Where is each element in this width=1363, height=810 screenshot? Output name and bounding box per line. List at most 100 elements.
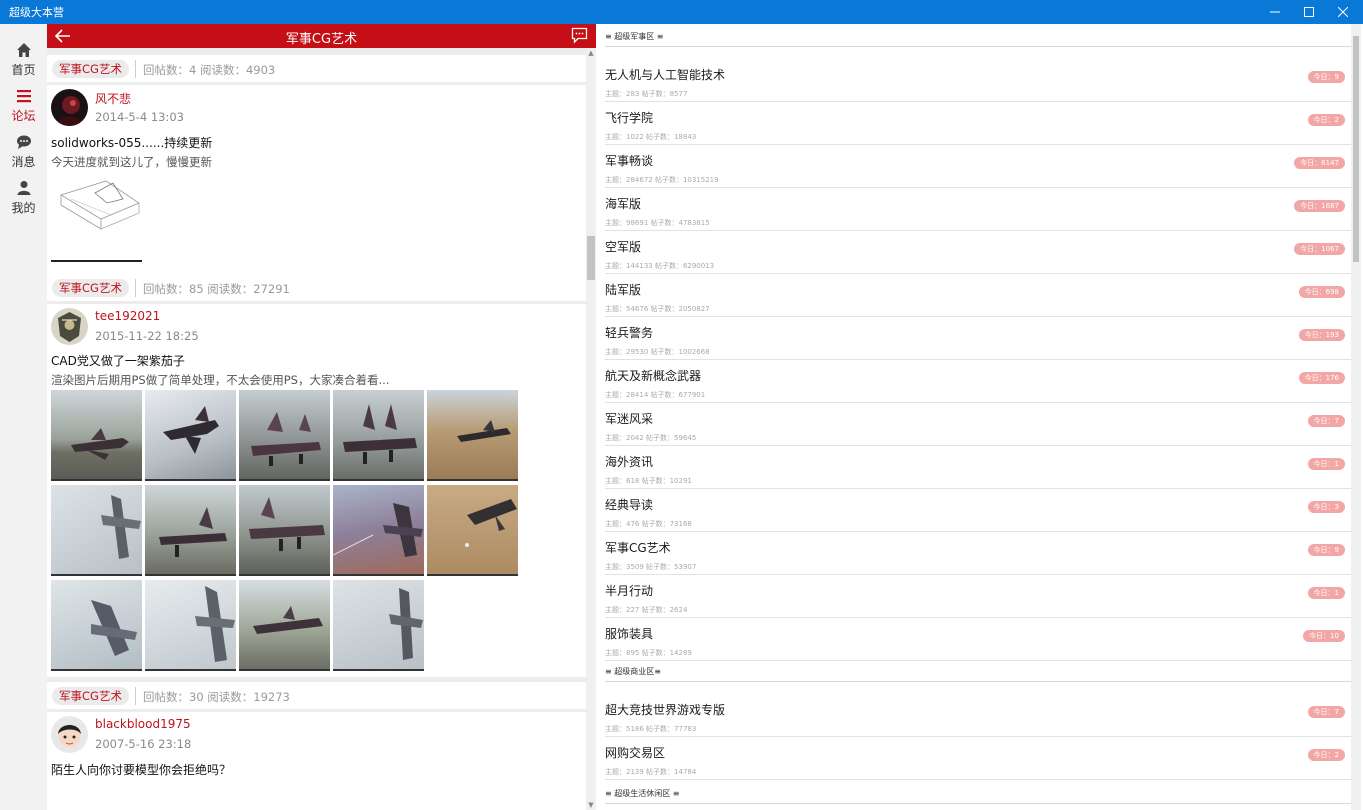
forum-item[interactable]: 无人机与人工智能技术 主题：283 帖子数：8577 今日：9: [596, 59, 1353, 102]
forum-stats: 主题：98691 帖子数：4783815: [605, 219, 710, 227]
avatar[interactable]: [51, 308, 88, 345]
nav-item-messages[interactable]: 消息: [0, 128, 47, 172]
thread-scrollbar[interactable]: ▲ ▼: [586, 48, 596, 810]
scroll-down-arrow-icon[interactable]: ▼: [586, 800, 596, 810]
forum-name[interactable]: 无人机与人工智能技术: [605, 66, 725, 83]
post-image[interactable]: [427, 390, 518, 481]
nav-item-home[interactable]: 首页: [0, 36, 47, 80]
forum-item[interactable]: 航天及新概念武器 主题：28414 帖子数：677901 今日：176: [596, 360, 1353, 403]
forum-name[interactable]: 超大竞技世界游戏专版: [605, 701, 725, 718]
post-title[interactable]: CAD党又做了一架紫茄子: [51, 352, 185, 369]
category-tag[interactable]: 军事CG艺术: [52, 279, 129, 297]
post-title[interactable]: 陌生人向你讨要模型你会拒绝吗？: [51, 761, 231, 778]
forum-item[interactable]: 海外资讯 主题：618 帖子数：10291 今日：1: [596, 446, 1353, 489]
forum-name[interactable]: 经典导读: [605, 496, 653, 513]
today-badge: 今日：1: [1307, 587, 1345, 599]
nav-item-me[interactable]: 我的: [0, 174, 47, 218]
forum-name[interactable]: 轻兵警务: [605, 324, 653, 341]
forum-name[interactable]: 海外资讯: [605, 453, 653, 470]
close-button[interactable]: [1326, 0, 1360, 24]
forum-item[interactable]: 轻兵警务 主题：29530 帖子数：1002668 今日：193: [596, 317, 1353, 360]
forum-name[interactable]: 网购交易区: [605, 744, 665, 761]
avatar[interactable]: [51, 716, 88, 753]
forum-name[interactable]: 半月行动: [605, 582, 653, 599]
post-title[interactable]: solidworks-055......持续更新: [51, 134, 212, 151]
scroll-up-arrow-icon[interactable]: ▲: [586, 48, 596, 58]
forum-item[interactable]: 半月行动 主题：227 帖子数：2624 今日：1: [596, 575, 1353, 618]
thread-card[interactable]: 风不悲 2014-5-4 13:03 solidworks-055......持…: [47, 85, 586, 299]
today-badge: 今日：2: [1307, 114, 1345, 126]
forum-item[interactable]: 空军版 主题：144133 帖子数：6290013 今日：1067: [596, 231, 1353, 274]
forum-name[interactable]: 空军版: [605, 238, 641, 255]
thread-panel-title: 军事CG艺术: [285, 32, 358, 47]
post-image[interactable]: [332, 485, 424, 576]
post-image[interactable]: [333, 390, 424, 481]
post-image[interactable]: [51, 485, 142, 576]
post-image[interactable]: [333, 580, 424, 671]
thread-stats: 回帖数：4 阅读数：4903: [143, 63, 276, 77]
forum-item[interactable]: 海军版 主题：98691 帖子数：4783815 今日：1687: [596, 188, 1353, 231]
forum-name[interactable]: 飞行学院: [605, 109, 653, 126]
category-tag[interactable]: 军事CG艺术: [52, 687, 129, 705]
window-title: 超级大本营: [9, 6, 64, 19]
forum-item[interactable]: 军迷风采 主题：2042 帖子数：59645 今日：7: [596, 403, 1353, 446]
post-image[interactable]: [239, 485, 330, 576]
forum-name[interactable]: 军事CG艺术: [605, 539, 671, 556]
post-image[interactable]: [145, 580, 236, 671]
post-image[interactable]: [51, 390, 142, 481]
post-image[interactable]: [51, 173, 142, 264]
today-badge: 今日：1067: [1294, 243, 1345, 255]
forum-stats: 主题：476 帖子数：73168: [605, 520, 692, 528]
forum-item[interactable]: 军事畅谈 主题：284672 帖子数：10315219 今日：6147: [596, 145, 1353, 188]
forum-item[interactable]: 经典导读 主题：476 帖子数：73168 今日：3: [596, 489, 1353, 532]
post-image[interactable]: [51, 580, 142, 671]
scrollbar-thumb[interactable]: [587, 236, 595, 280]
forum-directory-scrollbar[interactable]: [1351, 24, 1361, 810]
thread-panel: 军事CG艺术 军事CG艺术 回帖数：4 阅读数：4903 风不悲 2014-5-…: [47, 24, 596, 810]
author-name[interactable]: blackblood1975: [95, 717, 191, 731]
forum-stats: 主题：28414 帖子数：677901: [605, 391, 706, 399]
post-image[interactable]: [239, 390, 330, 481]
today-badge: 今日：193: [1298, 329, 1345, 341]
maximize-icon: [1304, 7, 1314, 17]
forum-name[interactable]: 军事畅谈: [605, 152, 653, 169]
author-name[interactable]: tee192021: [95, 309, 160, 323]
post-image[interactable]: [145, 485, 236, 576]
forum-item[interactable]: 网购交易区 主题：2139 帖子数：14784 今日：2: [596, 737, 1353, 780]
post-image[interactable]: [427, 485, 518, 576]
today-badge: 今日：3: [1307, 501, 1345, 513]
section-header: ≡ 超级商业区≡: [605, 667, 661, 676]
minimize-button[interactable]: [1258, 0, 1292, 24]
forum-name[interactable]: 航天及新概念武器: [605, 367, 701, 384]
forum-name[interactable]: 服饰装具: [605, 625, 653, 642]
user-icon: [0, 180, 47, 198]
forum-item[interactable]: 超大竞技世界游戏专版 主题：5186 帖子数：77783 今日：7: [596, 694, 1353, 737]
post-image[interactable]: [145, 390, 236, 481]
forum-item[interactable]: 陆军版 主题：54676 帖子数：2050827 今日：698: [596, 274, 1353, 317]
today-badge: 今日：1: [1307, 458, 1345, 470]
today-badge: 今日：176: [1298, 372, 1345, 384]
category-tag[interactable]: 军事CG艺术: [52, 60, 129, 78]
post-image[interactable]: [239, 580, 330, 671]
comment-button[interactable]: [571, 27, 588, 48]
thread-meta-bar: 军事CG艺术 回帖数：30 阅读数：19273: [47, 682, 586, 709]
forum-item[interactable]: 军事CG艺术 主题：3509 帖子数：53907 今日：9: [596, 532, 1353, 575]
author-name[interactable]: 风不悲: [95, 90, 131, 107]
maximize-button[interactable]: [1292, 0, 1326, 24]
scrollbar-thumb[interactable]: [1353, 36, 1359, 262]
forum-name[interactable]: 陆军版: [605, 281, 641, 298]
forum-item[interactable]: 服饰装具 主题：895 帖子数：14289 今日：10: [596, 618, 1353, 661]
forum-name[interactable]: 海军版: [605, 195, 641, 212]
today-badge: 今日：10: [1303, 630, 1345, 642]
close-icon: [1338, 7, 1348, 17]
forum-name[interactable]: 军迷风采: [605, 410, 653, 427]
window-titlebar: 超级大本营: [0, 0, 1363, 24]
thread-meta-bar: 军事CG艺术 回帖数：4 阅读数：4903: [47, 55, 586, 82]
today-badge: 今日：1687: [1294, 200, 1345, 212]
nav-item-forum[interactable]: 论坛: [0, 82, 47, 126]
divider: [135, 60, 136, 78]
thread-card[interactable]: blackblood1975 2007-5-16 23:18 陌生人向你讨要模型…: [47, 712, 586, 810]
forum-item[interactable]: 飞行学院 主题：1022 帖子数：18843 今日：2: [596, 102, 1353, 145]
today-badge: 今日：9: [1307, 71, 1345, 83]
avatar[interactable]: [51, 89, 88, 126]
